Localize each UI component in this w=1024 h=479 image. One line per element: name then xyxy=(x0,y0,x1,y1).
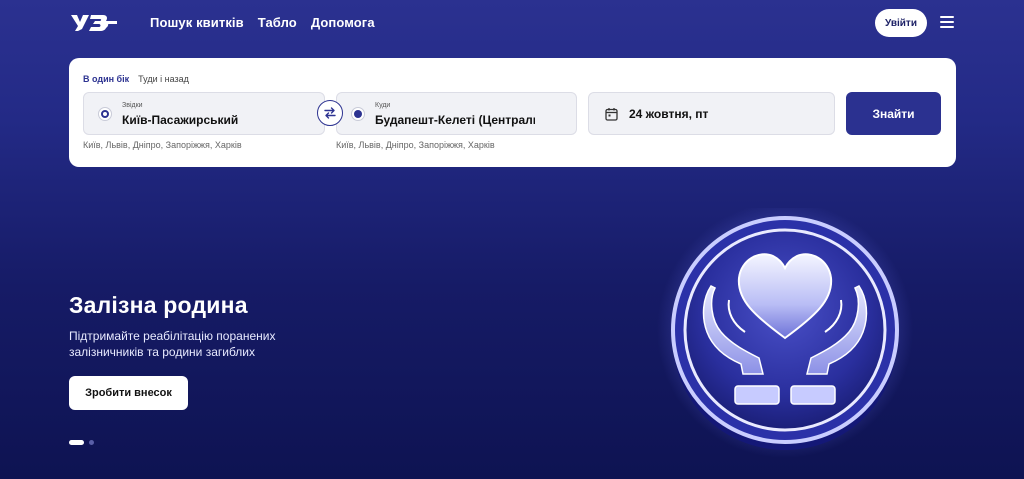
site-header: Пошук квитків Табло Допомога Увійти xyxy=(0,0,1024,46)
nav-help[interactable]: Допомога xyxy=(311,15,375,30)
to-hints[interactable]: Київ, Львів, Дніпро, Запоріжжя, Харків xyxy=(336,140,495,150)
nav-ticket-search[interactable]: Пошук квитків xyxy=(150,15,244,30)
carousel-dot-2[interactable] xyxy=(89,440,94,445)
carousel-dot-1[interactable] xyxy=(69,440,84,445)
tab-one-way[interactable]: В один бік xyxy=(83,74,129,84)
hero-title: Залізна родина xyxy=(69,292,248,318)
calendar-icon xyxy=(605,108,618,121)
from-field[interactable]: Звідки Київ-Пасажирський xyxy=(83,92,325,135)
uz-logo-icon xyxy=(71,15,117,31)
trip-type-tabs: В один бік Туди і назад xyxy=(83,74,189,84)
search-button[interactable]: Знайти xyxy=(846,92,941,135)
main-nav: Пошук квитків Табло Допомога xyxy=(150,15,375,30)
date-value[interactable]: 24 жовтня, пт xyxy=(629,107,708,121)
swap-icon xyxy=(324,107,336,119)
from-label: Звідки xyxy=(122,102,143,109)
hamburger-icon[interactable] xyxy=(940,16,954,28)
search-card: В один бік Туди і назад Звідки Київ-Паса… xyxy=(69,58,956,167)
destination-marker-icon xyxy=(351,107,365,121)
to-input[interactable]: Будапешт-Келеті (Центральний) xyxy=(375,113,535,127)
from-hints[interactable]: Київ, Львів, Дніпро, Запоріжжя, Харків xyxy=(83,140,242,150)
hero-subtitle: Підтримайте реабілітацію поранених заліз… xyxy=(69,329,276,359)
to-label: Куди xyxy=(375,102,391,109)
origin-marker-icon xyxy=(98,107,112,121)
swap-stations-button[interactable] xyxy=(317,100,343,126)
to-field[interactable]: Куди Будапешт-Келеті (Центральний) xyxy=(336,92,577,135)
login-button[interactable]: Увійти xyxy=(875,9,927,37)
carousel-dots xyxy=(69,440,94,445)
heart-hands-coin-illustration xyxy=(657,208,913,458)
nav-board[interactable]: Табло xyxy=(258,15,297,30)
donate-button[interactable]: Зробити внесок xyxy=(69,376,188,410)
from-input[interactable]: Київ-Пасажирський xyxy=(122,113,292,127)
tab-round-trip[interactable]: Туди і назад xyxy=(138,74,189,84)
date-field[interactable]: 24 жовтня, пт xyxy=(588,92,835,135)
uz-logo[interactable] xyxy=(69,12,117,34)
